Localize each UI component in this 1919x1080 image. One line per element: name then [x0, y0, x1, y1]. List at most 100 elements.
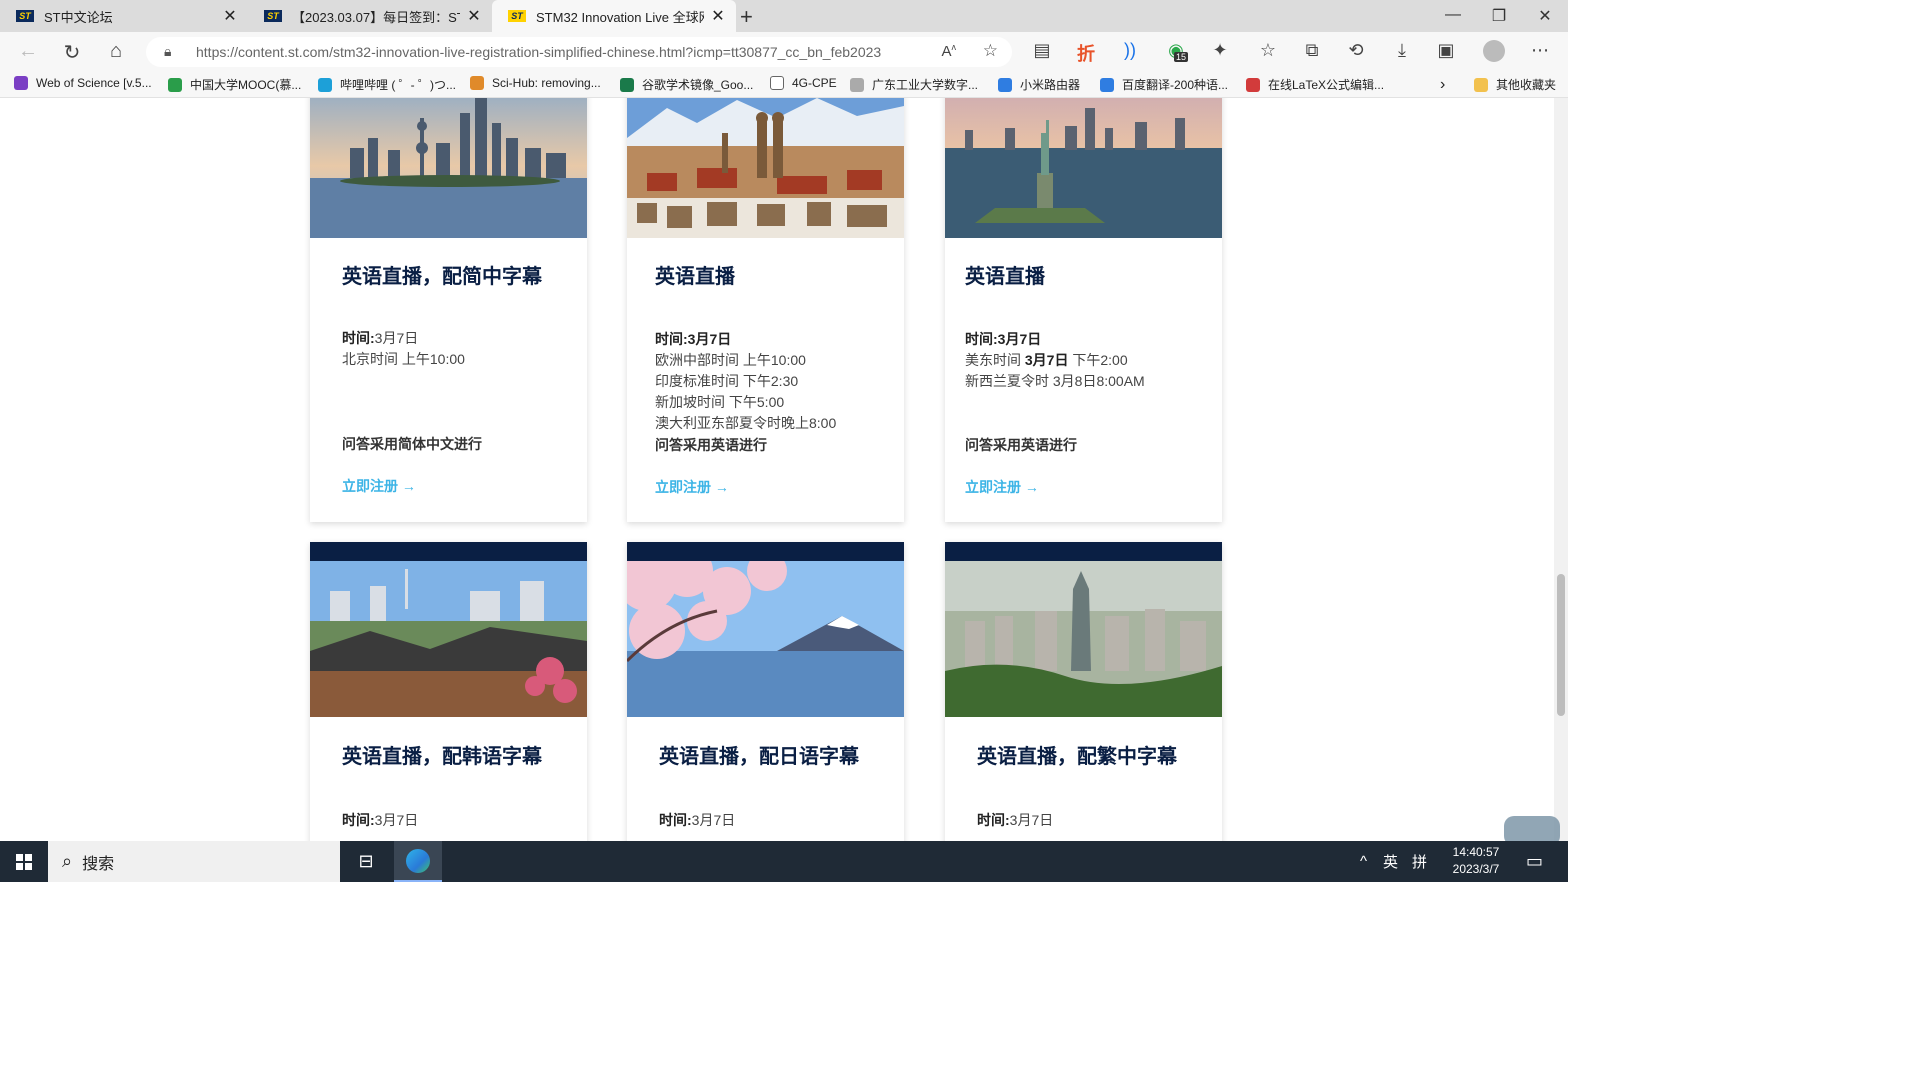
- tab-stm32-live[interactable]: ST STM32 Innovation Live 全球网络 ✕: [492, 0, 736, 32]
- bookmark-google-scholar[interactable]: 谷歌学术镜像_Goo...: [620, 76, 753, 93]
- collections-icon[interactable]: ▤: [1028, 40, 1056, 61]
- close-icon[interactable]: ✕: [222, 6, 238, 26]
- event-card-traditional-chinese: 英语直播，配繁中字幕 时间:3月7日: [945, 542, 1222, 841]
- taskbar-search-box[interactable]: ⌕ 搜索: [48, 841, 340, 882]
- history-icon[interactable]: ⟲: [1342, 40, 1370, 61]
- st-favicon-icon: ST: [264, 10, 282, 22]
- url-text: https://content.st.com/stm32-innovation-…: [196, 44, 882, 60]
- card-title: 英语直播，配简中字幕: [342, 266, 542, 288]
- bookmark-web-of-science[interactable]: Web of Science [v.5...: [14, 76, 152, 90]
- card-title: 英语直播: [965, 266, 1045, 288]
- scrollbar-thumb[interactable]: [1557, 574, 1565, 716]
- bookmark-mi-router[interactable]: 小米路由器: [998, 76, 1080, 93]
- card-title: 英语直播，配繁中字幕: [977, 746, 1177, 768]
- math-solver-icon[interactable]: ▣: [1432, 40, 1460, 61]
- more-menu-icon[interactable]: ⋯: [1526, 40, 1554, 61]
- read-aloud-icon[interactable]: Aʌ: [941, 42, 956, 60]
- new-york-liberty-image: [945, 98, 1222, 238]
- card-title: 英语直播，配日语字幕: [659, 746, 859, 768]
- card-title: 英语直播: [655, 266, 735, 288]
- tab-title: STM32 Innovation Live 全球网络: [536, 9, 704, 25]
- event-card-beijing: 英语直播，配简中字幕 时间:3月7日 北京时间 上午10:00 问答采用简体中文…: [310, 98, 587, 522]
- tab-st-forum[interactable]: ST ST中文论坛 ✕: [0, 0, 248, 32]
- taskbar-clock[interactable]: 14:40:57 2023/3/7: [1436, 844, 1516, 878]
- bookmark-favicon-icon: [1246, 77, 1260, 92]
- close-icon[interactable]: ✕: [710, 6, 726, 26]
- add-favorite-icon[interactable]: ☆: [983, 41, 998, 61]
- page-content: 英语直播，配简中字幕 时间:3月7日 北京时间 上午10:00 问答采用简体中文…: [0, 98, 1554, 841]
- wechat-extension-icon[interactable]: ◉ 15: [1162, 40, 1190, 62]
- card-header-bar: [310, 542, 587, 561]
- register-link[interactable]: 立即注册 →: [342, 476, 416, 496]
- bookmark-favicon-icon: [318, 77, 332, 92]
- tab-title: 【2023.03.07】每日签到：STM3: [292, 9, 460, 25]
- register-link[interactable]: 立即注册 →: [965, 477, 1039, 497]
- tab-daily-checkin[interactable]: ST 【2023.03.07】每日签到：STM3 ✕: [248, 0, 492, 32]
- tab-actions-icon[interactable]: ⧉: [1298, 40, 1326, 61]
- bookmark-latex-editor[interactable]: 在线LaTeX公式编辑...: [1246, 76, 1384, 93]
- tray-overflow-icon[interactable]: ^: [1360, 841, 1367, 882]
- window-close-icon[interactable]: ✕: [1522, 6, 1568, 26]
- close-icon[interactable]: ✕: [466, 6, 482, 26]
- bookmark-favicon-icon: [470, 76, 484, 90]
- card-schedule: 时间:3月7日 北京时间 上午10:00: [342, 330, 465, 367]
- bookmark-favicon-icon: [14, 76, 28, 90]
- windows-start-icon[interactable]: [0, 841, 48, 882]
- bookmark-baidu-translate[interactable]: 百度翻译-200种语...: [1100, 76, 1228, 93]
- card-header-bar: [627, 542, 904, 561]
- new-tab-icon[interactable]: +: [740, 4, 753, 30]
- bookmarks-bar: Web of Science [v.5... 中国大学MOOC(慕... 哔哩哔…: [0, 72, 1568, 98]
- bookmark-4g-cpe[interactable]: 4G-CPE: [770, 76, 837, 90]
- card-schedule: 时间:3月7日 美东时间 3月7日 下午2:00 新西兰夏令时 3月8日8:00…: [965, 331, 1145, 389]
- bookmark-bilibili[interactable]: 哔哩哔哩 ( ゜- ゜)つ...: [318, 76, 456, 93]
- url-field[interactable]: 🔒︎ https://content.st.com/stm32-innovati…: [146, 37, 1012, 67]
- chevron-right-icon[interactable]: ›: [1440, 76, 1445, 94]
- card-schedule: 时间:3月7日 欧洲中部时间 上午10:00 印度标准时间 下午2:30 新加坡…: [655, 331, 837, 431]
- house-icon: [850, 77, 864, 92]
- fuji-sakura-image: [627, 561, 904, 717]
- bookmark-scihub[interactable]: Sci-Hub: removing...: [470, 76, 601, 90]
- notification-icon[interactable]: ▭: [1526, 841, 1543, 882]
- page-scrollbar[interactable]: [1554, 98, 1568, 841]
- st-favicon-icon: ST: [508, 10, 526, 22]
- tab-title: ST中文论坛: [44, 9, 113, 25]
- shanghai-skyline-image: [310, 98, 587, 238]
- card-title: 英语直播，配韩语字幕: [342, 746, 542, 768]
- card-qa-language: 问答采用英语进行: [965, 437, 1077, 453]
- back-icon[interactable]: ←: [14, 40, 42, 63]
- bookmark-mooc[interactable]: 中国大学MOOC(慕...: [168, 76, 301, 93]
- card-schedule: 时间:3月7日: [342, 812, 419, 828]
- favorites-icon[interactable]: ☆: [1254, 40, 1282, 61]
- ime-mode-indicator[interactable]: 拼: [1412, 841, 1427, 882]
- extension-badge: 15: [1174, 52, 1189, 62]
- home-icon[interactable]: ⌂: [102, 40, 130, 63]
- taipei-101-image: [945, 561, 1222, 717]
- seoul-hanok-image: [310, 561, 587, 717]
- extensions-icon[interactable]: ✦: [1206, 40, 1234, 61]
- refresh-icon[interactable]: ↻: [58, 40, 86, 65]
- discount-extension-icon[interactable]: 折: [1072, 40, 1100, 66]
- other-bookmarks-folder[interactable]: 其他收藏夹: [1474, 76, 1556, 93]
- download-icon[interactable]: ⤓: [1388, 40, 1416, 61]
- translate-icon: [1100, 77, 1114, 92]
- ime-language-indicator[interactable]: 英: [1383, 841, 1398, 882]
- munich-alps-image: [627, 98, 904, 238]
- profile-avatar-icon[interactable]: [1480, 40, 1508, 67]
- restore-icon[interactable]: ❐: [1476, 6, 1522, 26]
- broadcast-extension-icon[interactable]: )): [1116, 40, 1144, 61]
- bookmark-favicon-icon: [168, 77, 182, 92]
- folder-icon: [1474, 77, 1488, 92]
- edge-browser-icon[interactable]: [394, 841, 442, 882]
- file-icon: [770, 76, 784, 90]
- minimize-icon[interactable]: —: [1430, 6, 1476, 24]
- card-schedule: 时间:3月7日: [977, 812, 1054, 828]
- event-card-japanese: 英语直播，配日语字幕 时间:3月7日: [627, 542, 904, 841]
- wifi-icon: [998, 77, 1012, 92]
- lock-icon: 🔒︎: [164, 43, 172, 59]
- address-toolbar: ← ↻ ⌂ 🔒︎ https://content.st.com/stm32-in…: [0, 32, 1568, 72]
- task-view-icon[interactable]: ⊟: [342, 841, 390, 882]
- register-link[interactable]: 立即注册 →: [655, 477, 729, 497]
- bookmark-gdut[interactable]: 广东工业大学数字...: [850, 76, 978, 93]
- bookmark-favicon-icon: [620, 77, 634, 92]
- card-schedule: 时间:3月7日: [659, 812, 736, 828]
